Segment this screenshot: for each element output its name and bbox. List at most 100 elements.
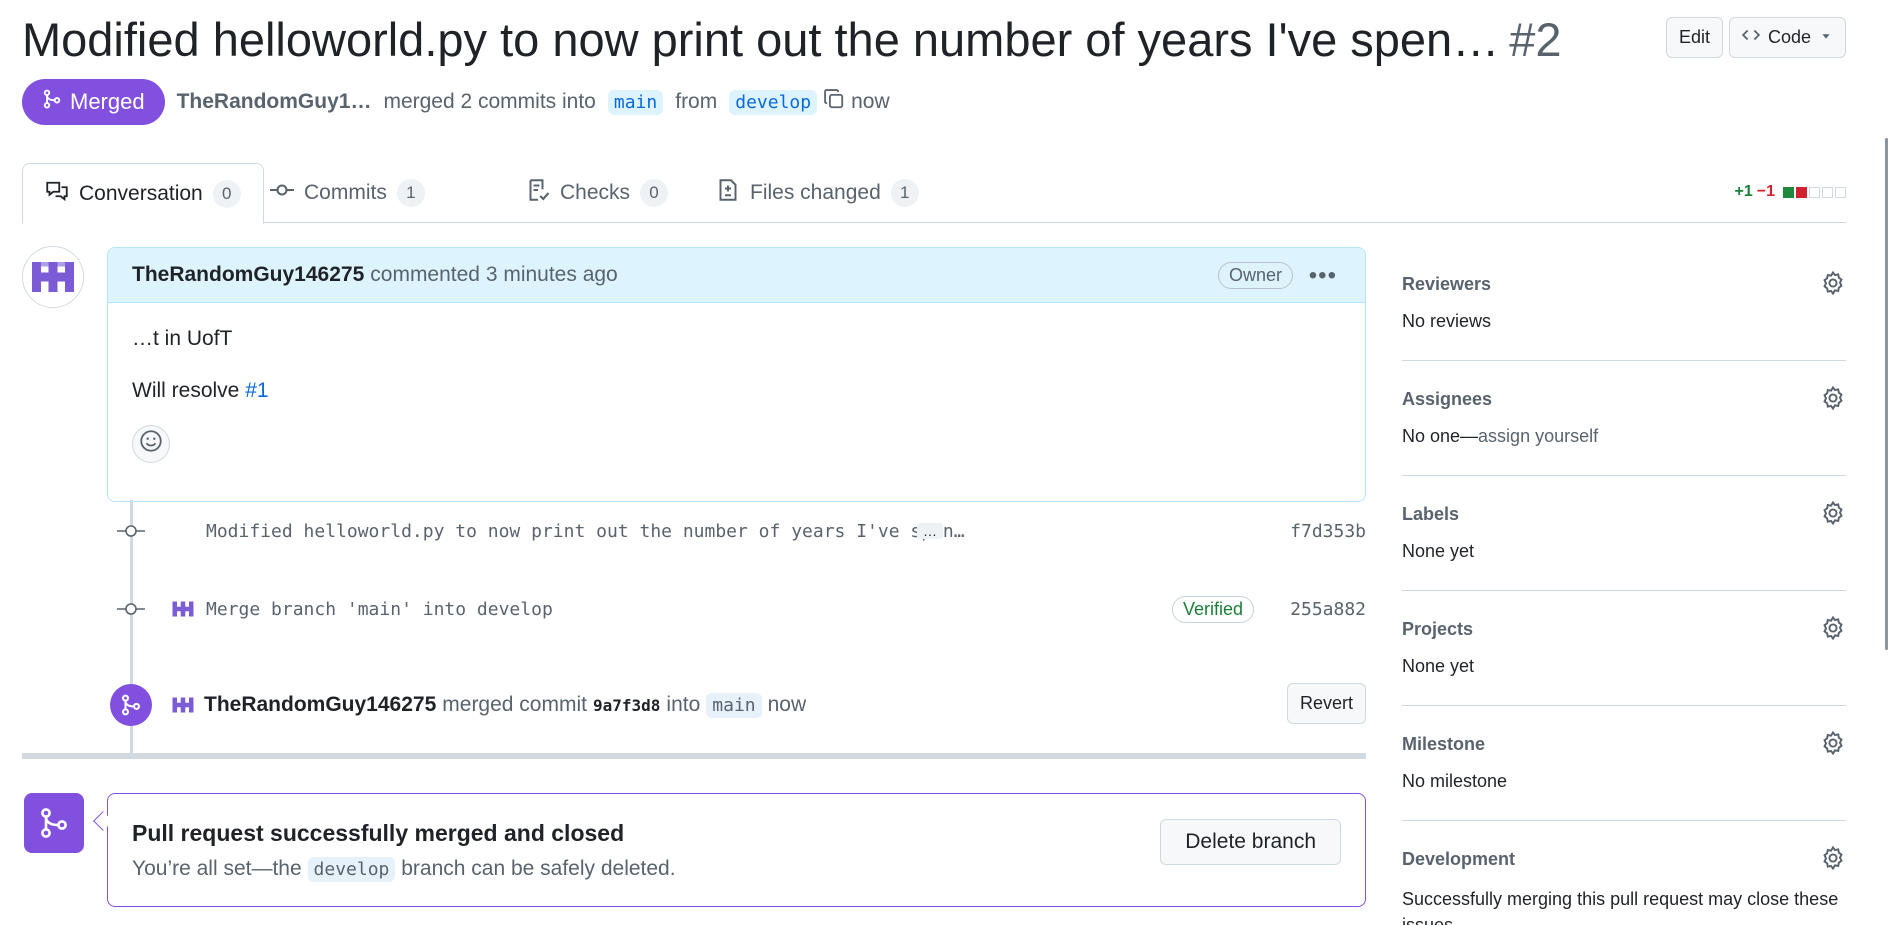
merge-author-link[interactable]: TheRandomGuy146275 bbox=[204, 693, 436, 717]
tab-files-changed[interactable]: Files changed 1 bbox=[694, 163, 941, 223]
sidebar-development-title[interactable]: Development bbox=[1402, 849, 1846, 870]
commit-sha-link[interactable]: f7d353b bbox=[1290, 521, 1366, 542]
checklist-icon bbox=[526, 178, 550, 208]
base-branch[interactable]: main bbox=[607, 89, 664, 115]
sidebar-milestone-title[interactable]: Milestone bbox=[1402, 734, 1846, 755]
edit-button[interactable]: Edit bbox=[1665, 17, 1723, 58]
resolve-text: Will resolve bbox=[132, 379, 240, 402]
sidebar-projects-title[interactable]: Projects bbox=[1402, 619, 1846, 640]
sidebar-projects-value: None yet bbox=[1402, 656, 1475, 676]
merged-status-prefix: You’re all set—the bbox=[132, 857, 302, 880]
tab-commits-label: Commits bbox=[304, 181, 387, 204]
pr-description-comment: TheRandomGuy146275 commented 3 minutes a… bbox=[107, 247, 1366, 502]
revert-button[interactable]: Revert bbox=[1286, 683, 1366, 724]
gear-icon[interactable] bbox=[1820, 730, 1846, 756]
avatar[interactable] bbox=[168, 594, 198, 624]
comment-text-line: …t in UofT bbox=[132, 327, 233, 350]
commit-row: Modified helloworld.py to now print out … bbox=[116, 516, 1366, 546]
sidebar-milestone-value: No milestone bbox=[1402, 771, 1508, 791]
sidebar-labels: Labels None yet bbox=[1402, 476, 1846, 591]
pr-tabs: Conversation 0 Commits 1 Checks 0 Files … bbox=[22, 163, 1846, 224]
comment-body: …t in UofT Will resolve #1 bbox=[108, 303, 1365, 487]
comment-text-line: Will resolve #1 bbox=[132, 379, 1341, 403]
sidebar-assignees-value: No one—assign yourself bbox=[1402, 426, 1846, 447]
assign-yourself-link[interactable]: assign yourself bbox=[1478, 426, 1598, 446]
commit-sha-link[interactable]: 255a882 bbox=[1290, 599, 1366, 620]
copy-icon[interactable] bbox=[823, 88, 845, 116]
gear-icon[interactable] bbox=[1820, 845, 1846, 871]
gear-icon[interactable] bbox=[1820, 615, 1846, 641]
merge-event-time: now bbox=[767, 693, 807, 716]
tab-checks[interactable]: Checks 0 bbox=[504, 163, 690, 223]
tab-files-changed-label: Files changed bbox=[750, 181, 881, 204]
git-commit-icon bbox=[116, 521, 146, 541]
pr-author-link[interactable]: TheRandomGuy1… bbox=[177, 90, 372, 114]
merged-status-suffix: branch can be safely deleted. bbox=[401, 857, 676, 880]
comment-discussion-icon bbox=[45, 179, 69, 209]
merge-summary: merged 2 commits into bbox=[383, 90, 596, 113]
gear-icon[interactable] bbox=[1820, 385, 1846, 411]
merge-event: TheRandomGuy146275 merged commit 9a7f3d8… bbox=[110, 683, 1366, 727]
merge-action: merged commit bbox=[442, 693, 587, 716]
owner-badge: Owner bbox=[1217, 262, 1293, 289]
issue-link[interactable]: #1 bbox=[245, 379, 268, 402]
comment-author[interactable]: TheRandomGuy146275 bbox=[132, 263, 364, 287]
header-actions: Edit Code bbox=[1665, 17, 1846, 58]
sidebar-reviewers: Reviewers No reviews bbox=[1402, 246, 1846, 361]
diffstat-deletions: −1 bbox=[1756, 183, 1775, 200]
tab-files-changed-count: 1 bbox=[890, 179, 919, 207]
tab-conversation-label: Conversation bbox=[79, 181, 203, 205]
sidebar-labels-title[interactable]: Labels bbox=[1402, 504, 1846, 525]
commit-message-link[interactable]: Merge branch 'main' into develop bbox=[206, 599, 553, 620]
pr-title: Modified helloworld.py to now print out … bbox=[22, 12, 1561, 67]
diffstat-additions: +1 bbox=[1734, 183, 1753, 200]
triangle-down-icon bbox=[1819, 27, 1833, 48]
merged-status-box: Pull request successfully merged and clo… bbox=[107, 793, 1366, 907]
diffstat: +1 −1 bbox=[1734, 183, 1846, 201]
assignees-none: No one— bbox=[1402, 426, 1479, 446]
commit-message-link[interactable]: Modified helloworld.py to now print out … bbox=[206, 521, 965, 542]
tab-conversation[interactable]: Conversation 0 bbox=[22, 163, 264, 224]
commit-row: Merge branch 'main' into develop Verifie… bbox=[116, 594, 1366, 624]
avatar[interactable] bbox=[168, 690, 198, 720]
comment-header: TheRandomGuy146275 commented 3 minutes a… bbox=[108, 248, 1365, 303]
pr-number: #2 bbox=[1509, 13, 1562, 66]
merge-base-branch[interactable]: main bbox=[706, 692, 762, 718]
git-merge-icon bbox=[110, 684, 152, 726]
verified-badge[interactable]: Verified bbox=[1171, 595, 1254, 623]
sidebar-reviewers-title[interactable]: Reviewers bbox=[1402, 274, 1846, 295]
commit-expand-button[interactable]: … bbox=[917, 523, 943, 539]
merged-head-branch[interactable]: develop bbox=[307, 857, 396, 882]
sidebar-projects: Projects None yet bbox=[1402, 591, 1846, 706]
tab-commits[interactable]: Commits 1 bbox=[248, 163, 447, 223]
git-merge-icon bbox=[42, 89, 62, 115]
code-button[interactable]: Code bbox=[1728, 17, 1846, 58]
state-badge: Merged bbox=[22, 79, 165, 125]
timeline-separator bbox=[22, 753, 1366, 759]
merge-time: now bbox=[851, 90, 890, 113]
head-branch[interactable]: develop bbox=[729, 89, 818, 115]
smiley-icon bbox=[139, 429, 163, 459]
sidebar-assignees-title[interactable]: Assignees bbox=[1402, 389, 1846, 410]
pr-title-text: Modified helloworld.py to now print out … bbox=[22, 13, 1500, 66]
tab-checks-count: 0 bbox=[640, 179, 669, 207]
tab-commits-count: 1 bbox=[396, 179, 425, 207]
state-label: Merged bbox=[70, 89, 145, 114]
sidebar-reviewers-value: No reviews bbox=[1402, 311, 1492, 331]
merge-commit-sha-link[interactable]: 9a7f3d8 bbox=[593, 696, 660, 715]
delete-branch-button[interactable]: Delete branch bbox=[1160, 819, 1341, 865]
gear-icon[interactable] bbox=[1820, 500, 1846, 526]
avatar[interactable] bbox=[22, 246, 84, 308]
sidebar-development-value: Successfully merging this pull request m… bbox=[1402, 889, 1839, 925]
add-reaction-button[interactable] bbox=[132, 425, 170, 463]
merge-into: into bbox=[666, 693, 701, 716]
kebab-horizontal-icon[interactable]: ••• bbox=[1309, 262, 1337, 290]
sidebar-assignees: Assignees No one—assign yourself bbox=[1402, 361, 1846, 476]
diffstat-blocks bbox=[1783, 186, 1846, 198]
tab-checks-label: Checks bbox=[560, 181, 631, 204]
git-commit-icon bbox=[270, 178, 294, 208]
code-button-label: Code bbox=[1767, 27, 1811, 47]
edit-button-label: Edit bbox=[1678, 27, 1710, 47]
sidebar-labels-value: None yet bbox=[1402, 541, 1475, 561]
gear-icon[interactable] bbox=[1820, 270, 1846, 296]
